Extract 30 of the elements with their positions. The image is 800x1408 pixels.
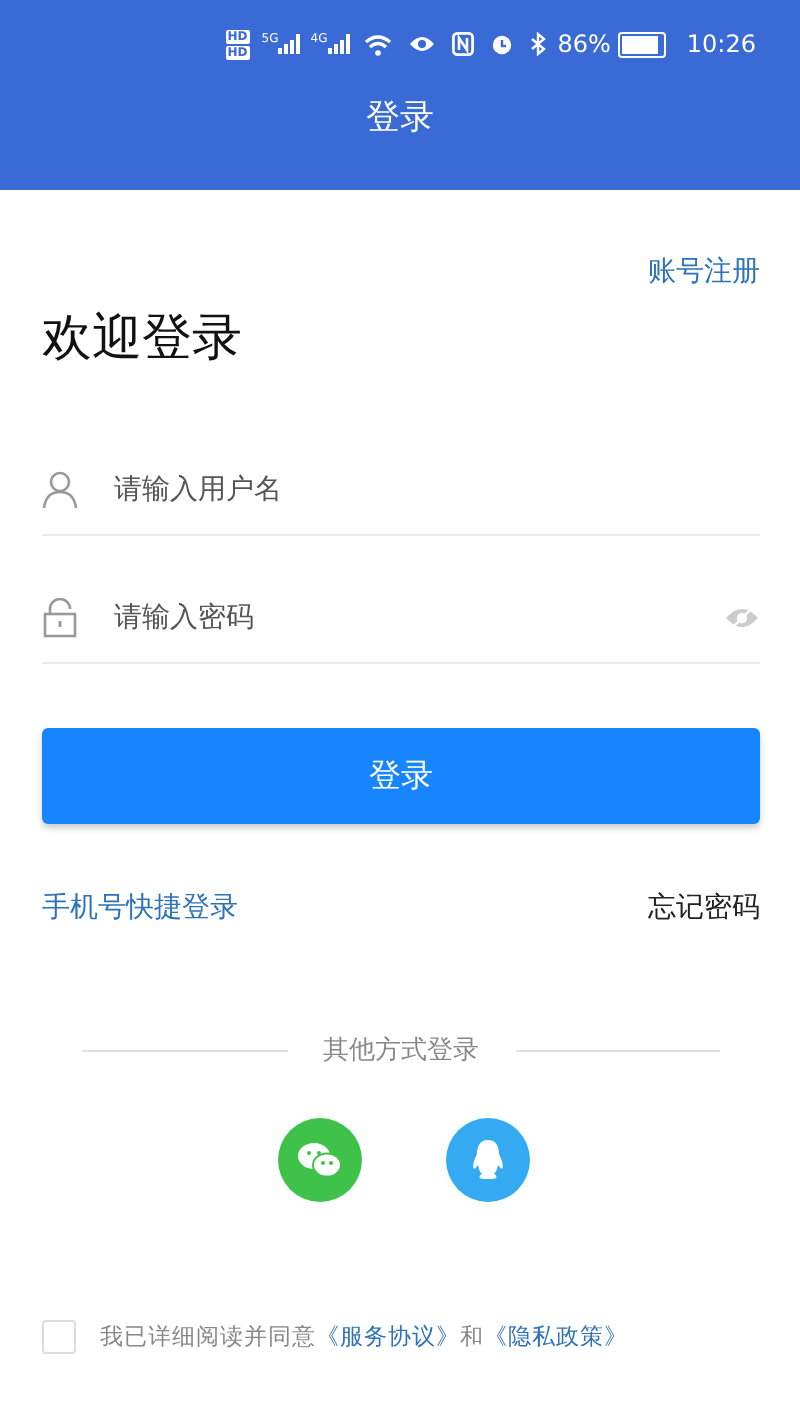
login-button[interactable]: 登录 xyxy=(42,728,760,824)
other-methods-label: 其他方式登录 xyxy=(323,1034,479,1068)
username-field[interactable]: 请输入用户名 xyxy=(114,474,760,506)
eye-icon[interactable] xyxy=(724,606,760,630)
signal-icon xyxy=(327,34,352,54)
chat-bubbles-icon xyxy=(295,1140,343,1180)
forgot-password-link[interactable]: 忘记密码 xyxy=(648,888,760,928)
eye-icon xyxy=(407,34,436,54)
agreement-text: 我已详细阅读并同意《服务协议》和《隐私政策》 xyxy=(100,1322,628,1352)
password-field[interactable]: 请输入密码 xyxy=(114,602,688,634)
signal-icon xyxy=(278,34,303,54)
agree-checkbox[interactable] xyxy=(42,1320,76,1354)
status-time: 10:26 xyxy=(686,30,756,58)
page-title: 登录 xyxy=(364,98,436,138)
register-link[interactable]: 账号注册 xyxy=(648,252,760,292)
agreement-link[interactable]: 《服务协议》 xyxy=(316,1322,460,1350)
person-icon xyxy=(42,470,78,510)
qq-button[interactable] xyxy=(445,1118,529,1202)
agreement-link[interactable]: 《隐私政策》 xyxy=(484,1322,628,1350)
wechat-button[interactable] xyxy=(277,1118,361,1202)
padlock-icon xyxy=(42,598,78,638)
battery-percent: 86% xyxy=(557,30,611,58)
penguin-icon xyxy=(469,1138,505,1182)
wifi-icon xyxy=(363,33,392,55)
welcome-heading: 欢迎登录 xyxy=(42,306,244,370)
bluetooth-icon xyxy=(529,32,546,56)
battery-icon xyxy=(618,31,667,57)
alarm-icon xyxy=(489,32,514,56)
quick-login-link[interactable]: 手机号快捷登录 xyxy=(42,888,238,928)
nfc-icon xyxy=(451,32,474,56)
